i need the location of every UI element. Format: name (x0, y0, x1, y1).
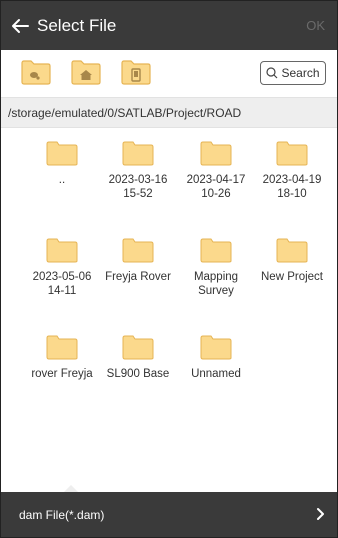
toolbar: Search (1, 50, 337, 96)
file-label: .. (58, 174, 66, 186)
file-type-label: dam File(*.dam) (19, 507, 105, 522)
folder-icon (200, 238, 232, 263)
folder-icon (200, 335, 232, 360)
list-item[interactable]: Mapping Survey (175, 238, 257, 298)
device-folder-icon[interactable] (120, 58, 152, 86)
file-label: 2023-04-17 10-26 (186, 174, 246, 200)
folder-icon (46, 141, 78, 166)
top-bar: Select File OK (1, 1, 337, 50)
file-label: rover Freyja (31, 368, 93, 380)
back-button[interactable] (5, 1, 35, 50)
file-label: Freyja Rover (105, 271, 171, 283)
file-label: 2023-03-16 15-52 (108, 174, 168, 200)
file-label: Mapping Survey (193, 271, 239, 297)
file-label: New Project (261, 271, 323, 283)
path-text: /storage/emulated/0/SATLAB/Project/ROAD (8, 105, 242, 120)
file-type-filter[interactable]: dam File(*.dam) (1, 485, 337, 537)
footer-notch (64, 485, 78, 492)
current-path: /storage/emulated/0/SATLAB/Project/ROAD (1, 97, 337, 128)
chevron-right-icon (317, 508, 324, 520)
list-item[interactable]: SL900 Base (97, 335, 179, 381)
list-item[interactable]: 2023-04-17 10-26 (175, 141, 257, 201)
file-label: 2023-05-06 14-11 (32, 271, 92, 297)
file-label: Unnamed (191, 368, 241, 380)
list-item[interactable]: 2023-05-06 14-11 (21, 238, 103, 298)
folder-icon (276, 141, 308, 166)
folder-icon (276, 238, 308, 263)
folder-icon (122, 238, 154, 263)
folder-icon (200, 141, 232, 166)
arrow-left-icon (12, 18, 29, 33)
folder-icon (122, 141, 154, 166)
list-item[interactable]: Unnamed (175, 335, 257, 381)
search-button[interactable]: Search (260, 61, 326, 85)
folder-icon (46, 238, 78, 263)
file-label: SL900 Base (106, 368, 170, 380)
folder-icon (122, 335, 154, 360)
list-item[interactable]: rover Freyja (21, 335, 103, 381)
list-item[interactable]: Freyja Rover (97, 238, 179, 284)
list-item[interactable]: New Project (251, 238, 333, 284)
list-item[interactable]: 2023-03-16 15-52 (97, 141, 179, 201)
page-title: Select File (37, 15, 117, 35)
folder-icon (46, 335, 78, 360)
file-label: 2023-04-19 18-10 (262, 174, 322, 200)
file-picker-screen: Select File OK Search /storage/emulated/… (0, 0, 338, 538)
location-folder-icon[interactable] (20, 58, 52, 86)
home-folder-icon[interactable] (70, 58, 102, 86)
list-item[interactable]: 2023-04-19 18-10 (251, 141, 333, 201)
search-icon (266, 67, 278, 79)
ok-button[interactable]: OK (306, 1, 325, 50)
list-item[interactable]: .. (21, 141, 103, 187)
search-label: Search (281, 66, 320, 80)
